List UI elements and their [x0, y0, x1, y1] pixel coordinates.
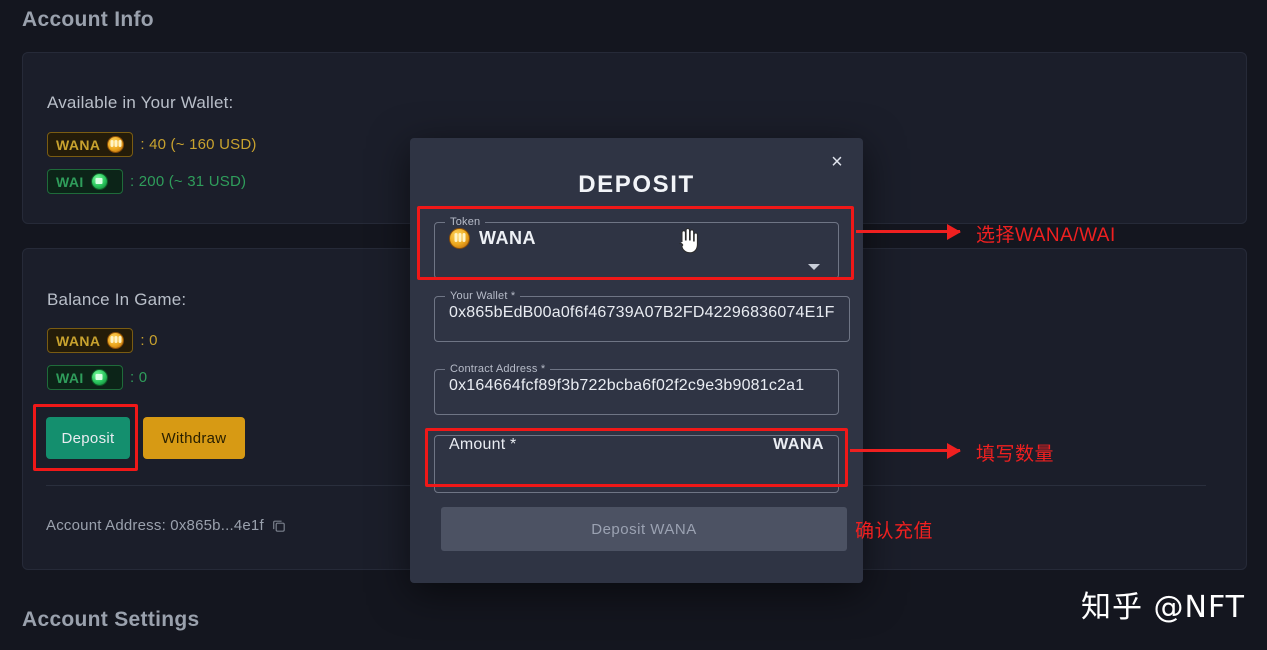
- available-wallet-label: Available in Your Wallet:: [47, 93, 234, 112]
- deposit-submit-button[interactable]: Deposit WANA: [441, 507, 847, 551]
- balance-token-row-wai: WAI : 0: [47, 365, 147, 390]
- page-title-account-settings: Account Settings: [22, 608, 200, 631]
- green-coin-icon: [90, 173, 108, 190]
- your-wallet-value: 0x865bEdB00a0f6f46739A07B2FD42296836074E…: [449, 303, 835, 321]
- amount-input-placeholder: Amount *: [449, 436, 517, 453]
- account-address: Account Address: 0x865b...4e1f: [46, 517, 286, 534]
- account-page: Account Info Account Settings Available …: [0, 0, 1267, 650]
- token-select-label: WANA: [479, 228, 536, 248]
- contract-address-value: 0x164664fcf89f3b722bcba6f02f2c9e3b9081c2…: [449, 376, 805, 394]
- token-chip-wana: WANA: [47, 328, 134, 353]
- balance-wana-value: : 0: [140, 332, 158, 349]
- wallet-wana-value: : 40 (~ 160 USD): [140, 136, 257, 153]
- page-title-account-info: Account Info: [22, 8, 154, 31]
- annotation-text-select-token: 选择WANA/WAI: [976, 225, 1116, 246]
- token-chip-wana: WANA: [47, 132, 134, 157]
- wallet-token-row-wana: WANA : 40 (~ 160 USD): [47, 132, 257, 157]
- token-select-legend: Token: [450, 216, 481, 228]
- token-select[interactable]: Token WANA: [434, 216, 839, 279]
- green-coin-icon: [90, 369, 108, 386]
- chevron-down-icon[interactable]: [808, 264, 820, 270]
- your-wallet-field[interactable]: Your Wallet * 0x865bEdB00a0f6f46739A07B2…: [434, 290, 850, 342]
- modal-title: DEPOSIT: [578, 171, 695, 198]
- amount-field[interactable]: Amount * WANA: [434, 435, 839, 493]
- token-chip-wai: WAI: [47, 169, 123, 194]
- annotation-text-confirm-deposit: 确认充值: [855, 521, 934, 542]
- gold-coin-icon: [107, 136, 125, 153]
- gold-coin-icon: [107, 332, 125, 349]
- token-select-value: WANA: [449, 228, 536, 249]
- copy-icon[interactable]: [272, 519, 286, 533]
- token-chip-wana-label: WANA: [56, 332, 101, 349]
- withdraw-button[interactable]: Withdraw: [143, 417, 245, 459]
- account-address-label: Account Address: 0x865b...4e1f: [46, 517, 264, 534]
- contract-address-field[interactable]: Contract Address * 0x164664fcf89f3b722bc…: [434, 363, 839, 415]
- token-chip-wai: WAI: [47, 365, 123, 390]
- wallet-token-row-wai: WAI : 200 (~ 31 USD): [47, 169, 246, 194]
- balance-wai-value: : 0: [130, 369, 148, 386]
- your-wallet-legend: Your Wallet *: [450, 290, 516, 302]
- balance-token-row-wana: WANA : 0: [47, 328, 158, 353]
- deposit-modal: × DEPOSIT Token WANA Your Wallet * 0x865…: [410, 138, 863, 583]
- wallet-wai-value: : 200 (~ 31 USD): [130, 173, 247, 190]
- contract-address-legend: Contract Address *: [450, 363, 546, 375]
- deposit-button[interactable]: Deposit: [46, 417, 130, 459]
- amount-unit-label: WANA: [773, 436, 824, 453]
- annotation-text-enter-amount: 填写数量: [976, 444, 1055, 465]
- balance-in-game-label: Balance In Game:: [47, 290, 187, 309]
- token-chip-wana-label: WANA: [56, 136, 101, 153]
- annotation-arrow-amount: [850, 449, 960, 452]
- token-chip-wai-label: WAI: [56, 173, 84, 190]
- gold-coin-icon: [449, 228, 470, 249]
- annotation-arrow-token: [856, 230, 960, 233]
- watermark: 知乎 @NFT: [1080, 590, 1245, 625]
- token-chip-wai-label: WAI: [56, 369, 84, 386]
